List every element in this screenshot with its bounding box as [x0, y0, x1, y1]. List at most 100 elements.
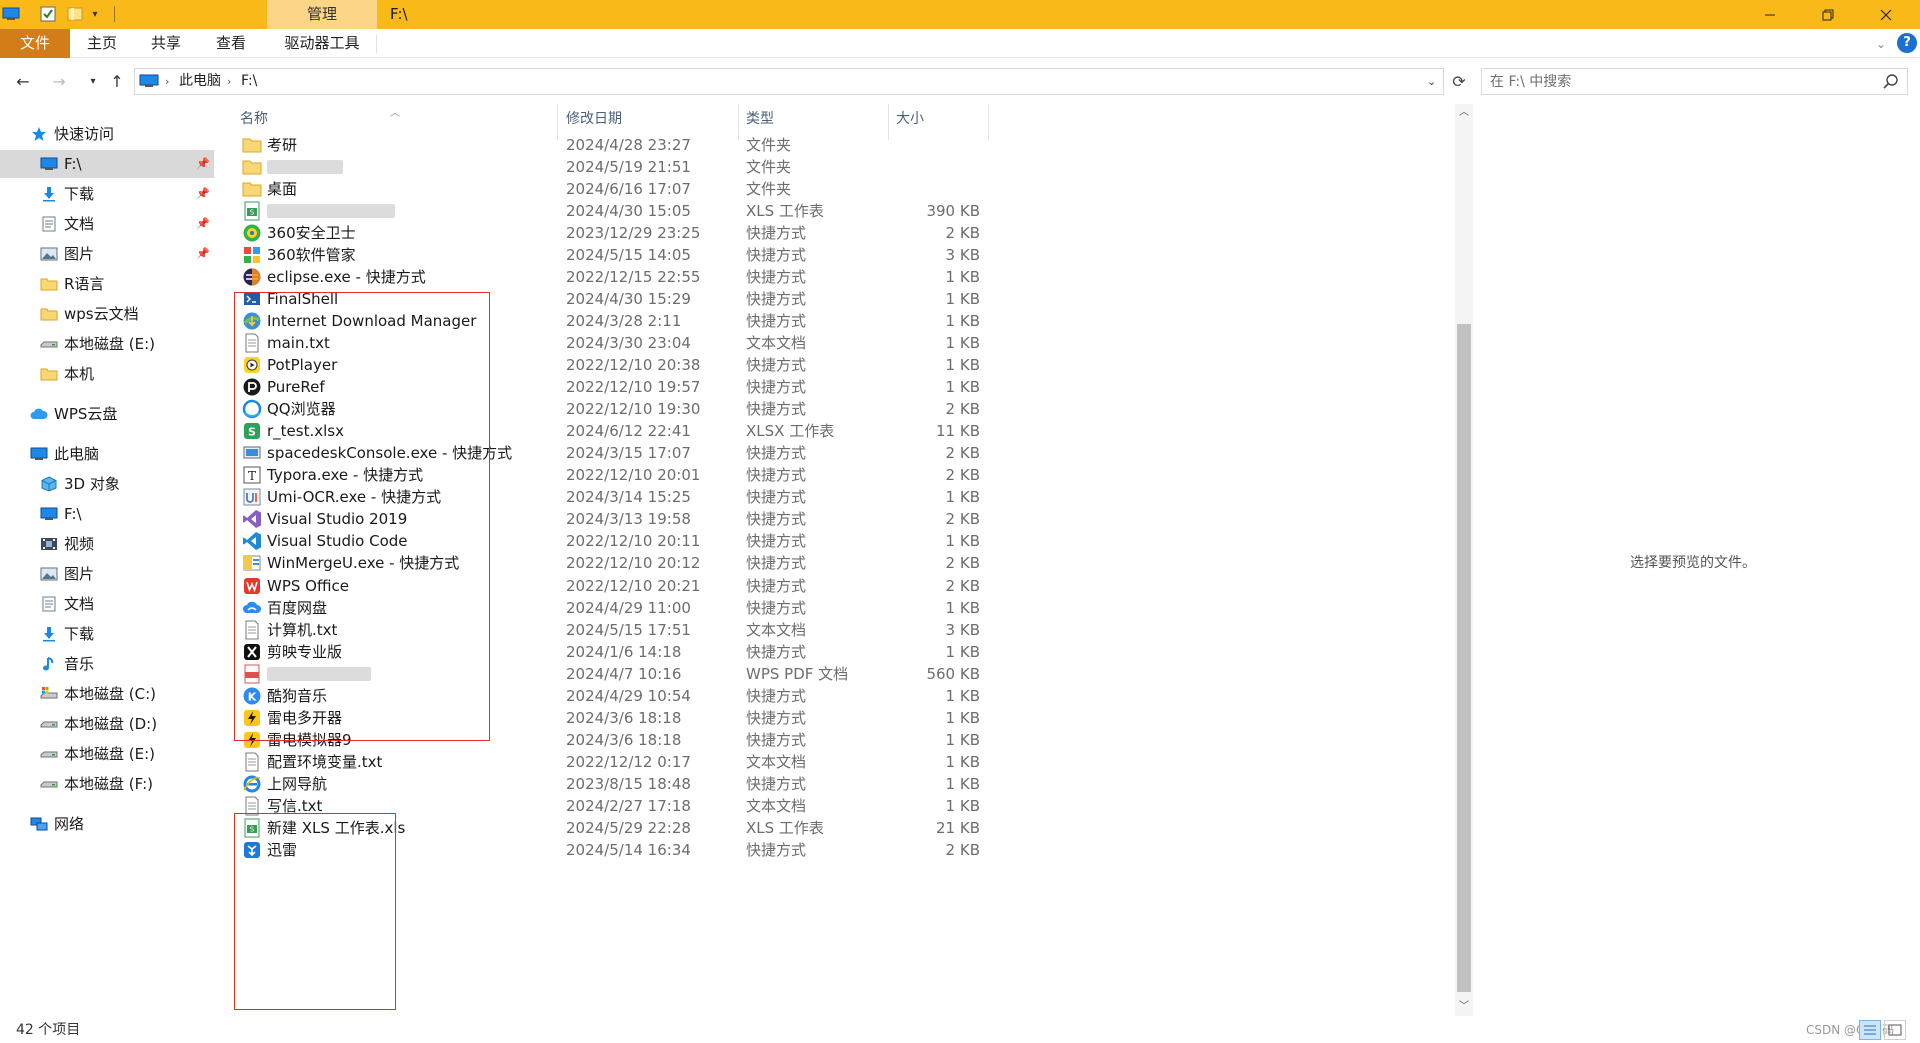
breadcrumb-drive-f[interactable]: F:\	[241, 69, 257, 94]
file-row[interactable]: 2024/5/19 21:51 文件夹	[230, 156, 990, 178]
minimize-button[interactable]	[1742, 0, 1798, 29]
file-name[interactable]: Umi-OCR.exe - 快捷方式	[267, 486, 441, 508]
file-row[interactable]: Sr_test.xlsx 2024/6/12 22:41 XLSX 工作表 11 KB	[230, 420, 990, 442]
file-row[interactable]: 上网导航 2023/8/15 18:48 快捷方式 1 KB	[230, 773, 990, 795]
file-row[interactable]: main.txt 2024/3/30 23:04 文本文档 1 KB	[230, 332, 990, 354]
file-row[interactable]: 桌面 2024/6/16 17:07 文件夹	[230, 178, 990, 200]
file-row[interactable]: Visual Studio 2019 2024/3/13 19:58 快捷方式 2 K…	[230, 508, 990, 530]
file-name[interactable]: 酷狗音乐	[267, 685, 327, 707]
file-row[interactable]: 配置环境变量.txt 2022/12/12 0:17 文本文档 1 KB	[230, 751, 990, 773]
file-row[interactable]: 360软件管家 2024/5/15 14:05 快捷方式 3 KB	[230, 244, 990, 266]
file-row[interactable]: S 2024/4/30 15:05 XLS 工作表 390 KB	[230, 200, 990, 222]
scroll-up-chevron-icon[interactable]: ︿	[1455, 104, 1473, 122]
search-input[interactable]	[1490, 71, 1870, 92]
file-name[interactable]: 剪映专业版	[267, 641, 342, 663]
file-row[interactable]: 计算机.txt 2024/5/15 17:51 文本文档 3 KB	[230, 619, 990, 641]
file-row[interactable]: WinMergeU.exe - 快捷方式 2022/12/10 20:12 快捷方式…	[230, 552, 990, 574]
forward-arrow-icon[interactable]: →	[48, 70, 70, 92]
file-row[interactable]: eclipse.exe - 快捷方式 2022/12/15 22:55 快捷方式 1 …	[230, 266, 990, 288]
back-arrow-icon[interactable]: ←	[12, 70, 34, 92]
file-row[interactable]: 剪映专业版 2024/1/6 14:18 快捷方式 1 KB	[230, 641, 990, 663]
file-name[interactable]: 雷电多开器	[267, 707, 342, 729]
nav-pc-3d-objects[interactable]: 3D 对象	[0, 470, 214, 498]
search-box[interactable]	[1481, 68, 1908, 95]
search-icon[interactable]	[1882, 73, 1900, 91]
file-name[interactable]: eclipse.exe - 快捷方式	[267, 266, 426, 288]
pin-icon[interactable]: 📌	[196, 247, 210, 261]
nav-quick-item-documents[interactable]: 文档 📌	[0, 210, 214, 238]
file-name[interactable]: 360安全卫士	[267, 222, 356, 244]
nav-quick-access[interactable]: 快速访问	[0, 120, 214, 148]
file-name[interactable]: 写信.txt	[267, 795, 322, 817]
file-row[interactable]: 写信.txt 2024/2/27 17:18 文本文档 1 KB	[230, 795, 990, 817]
file-name[interactable]: 计算机.txt	[267, 619, 337, 641]
file-name[interactable]: 桌面	[267, 178, 297, 200]
manage-context-tab[interactable]: 管理	[267, 0, 377, 29]
close-button[interactable]	[1858, 0, 1914, 29]
tab-home[interactable]: 主页	[72, 29, 132, 58]
nav-quick-item-this-machine[interactable]: 本机	[0, 360, 214, 388]
nav-this-pc[interactable]: 此电脑	[0, 440, 214, 468]
file-name[interactable]: PotPlayer	[267, 354, 337, 376]
nav-quick-item-f-drive[interactable]: F:\ 📌	[0, 150, 214, 178]
file-row[interactable]: T Typora.exe - 快捷方式 2022/12/10 20:01 快捷方式 2 …	[230, 464, 990, 486]
breadcrumb-chevron-icon[interactable]: ›	[227, 69, 231, 94]
nav-wps-cloud[interactable]: WPS云盘	[0, 400, 214, 428]
file-name[interactable]: WPS Office	[267, 575, 349, 597]
redacted-file-name[interactable]	[267, 159, 343, 174]
file-name[interactable]: 新建 XLS 工作表.xls	[267, 817, 405, 839]
file-row[interactable]: WPS Office 2022/12/10 20:21 快捷方式 2 KB	[230, 575, 990, 597]
file-row[interactable]: 迅雷 2024/5/14 16:34 快捷方式 2 KB	[230, 839, 990, 861]
customize-toolbar-chevron-icon[interactable]: ▾	[89, 5, 101, 23]
file-row[interactable]: PotPlayer 2022/12/10 20:38 快捷方式 1 KB	[230, 354, 990, 376]
file-name[interactable]: 配置环境变量.txt	[267, 751, 382, 773]
file-row[interactable]: 2024/4/7 10:16 WPS PDF 文档 560 KB	[230, 663, 990, 685]
nav-pc-f-drive[interactable]: F:\	[0, 500, 214, 528]
nav-quick-item-r-language[interactable]: R语言	[0, 270, 214, 298]
file-name[interactable]: Typora.exe - 快捷方式	[267, 464, 423, 486]
file-row[interactable]: K 酷狗音乐 2024/4/29 10:54 快捷方式 1 KB	[230, 685, 990, 707]
nav-network[interactable]: 网络	[0, 810, 214, 838]
pin-icon[interactable]: 📌	[196, 217, 210, 231]
file-row[interactable]: 360安全卫士 2023/12/29 23:25 快捷方式 2 KB	[230, 222, 990, 244]
pin-icon[interactable]: 📌	[196, 157, 210, 171]
file-row[interactable]: 考研 2024/4/28 23:27 文件夹	[230, 134, 990, 156]
file-name[interactable]: QQ浏览器	[267, 398, 336, 420]
scroll-down-chevron-icon[interactable]: ﹀	[1455, 998, 1473, 1016]
file-name[interactable]: Visual Studio 2019	[267, 508, 407, 530]
file-name[interactable]: r_test.xlsx	[267, 420, 344, 442]
file-name[interactable]: 360软件管家	[267, 244, 356, 266]
restore-button[interactable]	[1800, 0, 1856, 29]
file-row[interactable]: Internet Download Manager 2024/3/28 2:11 快…	[230, 310, 990, 332]
file-list-scrollbar[interactable]: ︿ ﹀	[1455, 104, 1473, 1016]
nav-quick-item-pictures[interactable]: 图片 📌	[0, 240, 214, 268]
nav-pc-downloads[interactable]: 下载	[0, 620, 214, 648]
file-row[interactable]: PureRef 2022/12/10 19:57 快捷方式 1 KB	[230, 376, 990, 398]
file-name[interactable]: FinalShell	[267, 288, 338, 310]
tab-share[interactable]: 共享	[135, 29, 197, 58]
nav-pc-videos[interactable]: 视频	[0, 530, 214, 558]
nav-pc-drive-c[interactable]: 本地磁盘 (C:)	[0, 680, 214, 708]
nav-pc-music[interactable]: 音乐	[0, 650, 214, 678]
file-row[interactable]: Visual Studio Code 2022/12/10 20:11 快捷方式 1 …	[230, 530, 990, 552]
file-name[interactable]: PureRef	[267, 376, 325, 398]
nav-quick-item-wps-cloud-docs[interactable]: wps云文档	[0, 300, 214, 328]
pin-icon[interactable]: 📌	[196, 187, 210, 201]
nav-quick-item-downloads[interactable]: 下载 📌	[0, 180, 214, 208]
address-history-chevron-icon[interactable]: ⌄	[1427, 69, 1436, 94]
details-view-icon[interactable]	[1859, 1020, 1881, 1040]
file-name[interactable]: Internet Download Manager	[267, 310, 476, 332]
file-name[interactable]: Visual Studio Code	[267, 530, 408, 552]
address-bar[interactable]: › 此电脑 › F:\ ⌄	[134, 68, 1444, 95]
file-row[interactable]: S 新建 XLS 工作表.xls 2024/5/29 22:28 XLS 工作表 21 …	[230, 817, 990, 839]
breadcrumb-chevron-icon[interactable]: ›	[165, 69, 169, 94]
file-name[interactable]: spacedeskConsole.exe - 快捷方式	[267, 442, 512, 464]
breadcrumb-this-pc[interactable]: 此电脑	[179, 69, 221, 94]
expand-ribbon-chevron-icon[interactable]: ⌄	[1872, 35, 1890, 53]
new-folder-icon[interactable]	[67, 5, 83, 23]
file-name[interactable]: 考研	[267, 134, 297, 156]
nav-pc-drive-d[interactable]: 本地磁盘 (D:)	[0, 710, 214, 738]
file-row[interactable]: 雷电模拟器9 2024/3/6 18:18 快捷方式 1 KB	[230, 729, 990, 751]
this-pc-icon[interactable]	[1, 5, 21, 23]
file-row[interactable]: 百度网盘 2024/4/29 11:00 快捷方式 1 KB	[230, 597, 990, 619]
